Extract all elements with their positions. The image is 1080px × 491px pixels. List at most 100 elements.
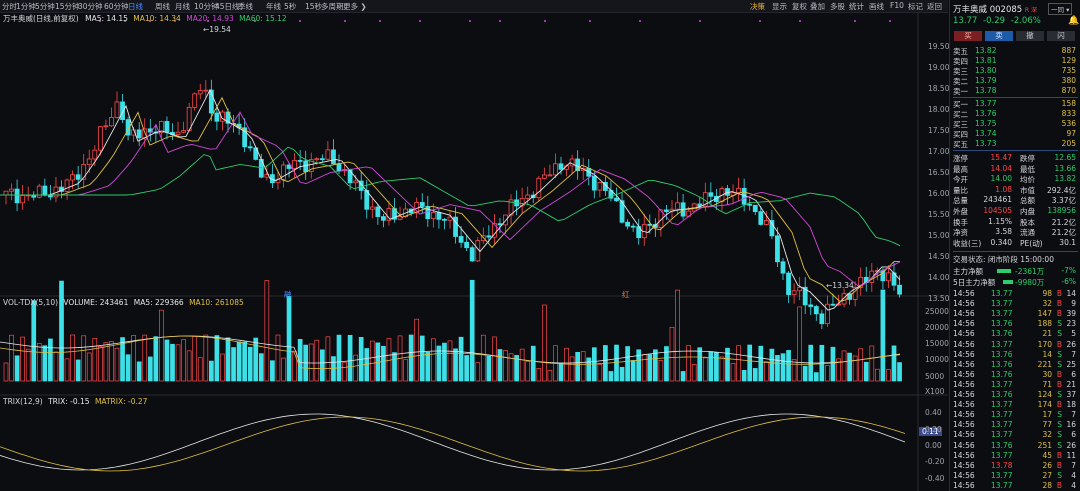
volume-bar xyxy=(258,353,264,382)
volume-bar xyxy=(647,354,653,382)
tick-count: 9 xyxy=(1071,299,1076,309)
toolbar-item-1[interactable]: 显示 xyxy=(772,1,787,12)
period-tab-0[interactable]: 分时 xyxy=(2,1,17,12)
volume-ma5: MA5: 229366 xyxy=(133,298,184,307)
period-tab-6[interactable]: 日线 xyxy=(128,1,143,12)
tick-volume: 17 xyxy=(1042,410,1052,420)
trade-status: 交易状态: 闭市阶段 15:00:00 xyxy=(953,254,1078,264)
candle-body xyxy=(97,126,103,151)
period-tab-3[interactable]: 15分钟 xyxy=(55,1,80,12)
stat-row: 最高 14.04 最低 13.66 xyxy=(953,164,1078,174)
stat-value: 13.66 xyxy=(1054,163,1076,173)
tick-time: 14:56 xyxy=(953,299,975,309)
marker-margin[interactable]: 融 xyxy=(284,289,292,300)
volume-bar xyxy=(86,352,92,382)
volume-bar xyxy=(186,350,192,382)
volume-bar xyxy=(342,361,347,382)
period-tab-15[interactable]: 多周期 xyxy=(321,1,344,12)
stat-key: 跌停 xyxy=(1020,154,1035,163)
period-tab-4[interactable]: 30分钟 xyxy=(78,1,103,12)
bid-row: 买三 13.75 536 xyxy=(953,119,1078,129)
candle-body xyxy=(813,306,819,315)
toolbar-item-9[interactable]: 返回 xyxy=(927,1,942,12)
tick-time: 14:56 xyxy=(953,359,975,369)
tick-row: 14:56 13.77 28 B 4 xyxy=(953,481,1078,491)
tick-volume: 98 xyxy=(1042,289,1052,298)
buy-button[interactable]: 买 xyxy=(954,31,982,41)
marker-red[interactable]: 红 xyxy=(622,289,630,300)
period-tab-16[interactable]: 更多 ❯ xyxy=(343,1,367,12)
tick-volume: 21 xyxy=(1042,329,1052,339)
candle-body xyxy=(109,117,114,127)
stat-value: 292.4亿 xyxy=(1047,185,1076,195)
period-tab-14[interactable]: 15秒 xyxy=(305,1,322,12)
period-tab-12[interactable]: 年线 xyxy=(266,1,281,12)
period-tab-13[interactable]: 5秒 xyxy=(284,1,296,12)
volume-bar xyxy=(669,326,675,382)
toolbar-item-3[interactable]: 叠加 xyxy=(810,1,825,12)
volume-bar xyxy=(741,370,747,382)
volume-bar xyxy=(281,357,286,382)
candle-body xyxy=(175,131,181,136)
ask-volume: 380 xyxy=(1061,76,1076,85)
volume-title: VOL-TDX(5,10) xyxy=(3,298,59,307)
group-button[interactable]: 一同 ▾ xyxy=(1048,3,1073,15)
period-tab-10[interactable]: 45日线 xyxy=(215,1,240,12)
sell-button[interactable]: 卖 xyxy=(985,31,1013,41)
toolbar-item-2[interactable]: 复权 xyxy=(792,1,807,12)
period-tab-11[interactable]: 季线 xyxy=(238,1,253,12)
stat-key: 今开 xyxy=(953,175,968,185)
toolbar-item-4[interactable]: 多股 xyxy=(830,1,845,12)
trix-header: TRIX(12,9) TRIX: -0.15 MATRIX: -0.27 xyxy=(3,397,147,406)
cancel-button[interactable]: 撤 xyxy=(1016,31,1044,41)
stat-value: 15.47 xyxy=(990,153,1012,162)
tick-count: 6 xyxy=(1071,430,1076,440)
ma5-value: MA5: 14.15 xyxy=(85,14,128,23)
stat-key: 最高 xyxy=(953,164,968,174)
ask-volume: 129 xyxy=(1061,56,1076,65)
volume-bar xyxy=(492,336,497,382)
candle-body xyxy=(369,206,375,210)
candle-body xyxy=(497,223,503,226)
tick-row: 14:56 13.77 32 B 9 xyxy=(953,299,1078,309)
volume-bar xyxy=(458,336,464,382)
toolbar-item-0[interactable]: 决策 xyxy=(750,1,765,12)
toolbar-item-5[interactable]: 统计 xyxy=(849,1,864,12)
candle-body xyxy=(192,93,198,108)
volume-bar xyxy=(247,346,253,382)
stat-key: 均价 xyxy=(1020,175,1035,185)
low-label: ←13.34 xyxy=(826,281,854,290)
volume-bar xyxy=(353,354,358,382)
period-tab-5[interactable]: 60分钟 xyxy=(104,1,129,12)
period-tab-2[interactable]: 5分钟 xyxy=(35,1,55,12)
tick-row: 14:56 13.77 45 B 11 xyxy=(953,451,1078,461)
stat-key: 总额 xyxy=(1020,196,1035,206)
period-tab-7[interactable]: 周线 xyxy=(155,1,170,12)
stat-key: 总量 xyxy=(953,196,968,206)
tick-count: 26 xyxy=(1066,440,1076,450)
toolbar-item-8[interactable]: 标记 xyxy=(908,1,923,12)
volume-bar xyxy=(142,334,148,382)
volume-bar xyxy=(858,348,864,382)
chart-area[interactable] xyxy=(0,12,948,491)
flash-button[interactable]: 闪 xyxy=(1047,31,1075,41)
volume-bar xyxy=(125,354,131,382)
toolbar-item-7[interactable]: F10 xyxy=(890,1,904,10)
period-tab-8[interactable]: 月线 xyxy=(175,1,190,12)
tick-price: 13.77 xyxy=(991,400,1013,410)
volume-bar xyxy=(170,343,175,382)
volume-bar xyxy=(736,345,741,382)
tick-count: 4 xyxy=(1071,480,1076,490)
tick-row: 14:56 13.77 170 B 26 xyxy=(953,340,1078,350)
bell-icon[interactable]: 🔔 xyxy=(1068,16,1079,26)
tick-row: 14:56 13.76 251 S 26 xyxy=(953,441,1078,451)
candle-body xyxy=(86,158,92,165)
tick-volume: 174 xyxy=(1037,400,1052,410)
candle-body xyxy=(380,216,386,221)
volume-bar xyxy=(797,306,803,382)
toolbar-item-6[interactable]: 画线 xyxy=(869,1,884,12)
stat-row: 总量 243461 总额 3.37亿 xyxy=(953,195,1078,205)
period-tab-1[interactable]: 1分钟 xyxy=(16,1,36,12)
tick-time: 14:56 xyxy=(953,339,975,349)
kline-y-tick: 14.50 xyxy=(928,252,950,261)
